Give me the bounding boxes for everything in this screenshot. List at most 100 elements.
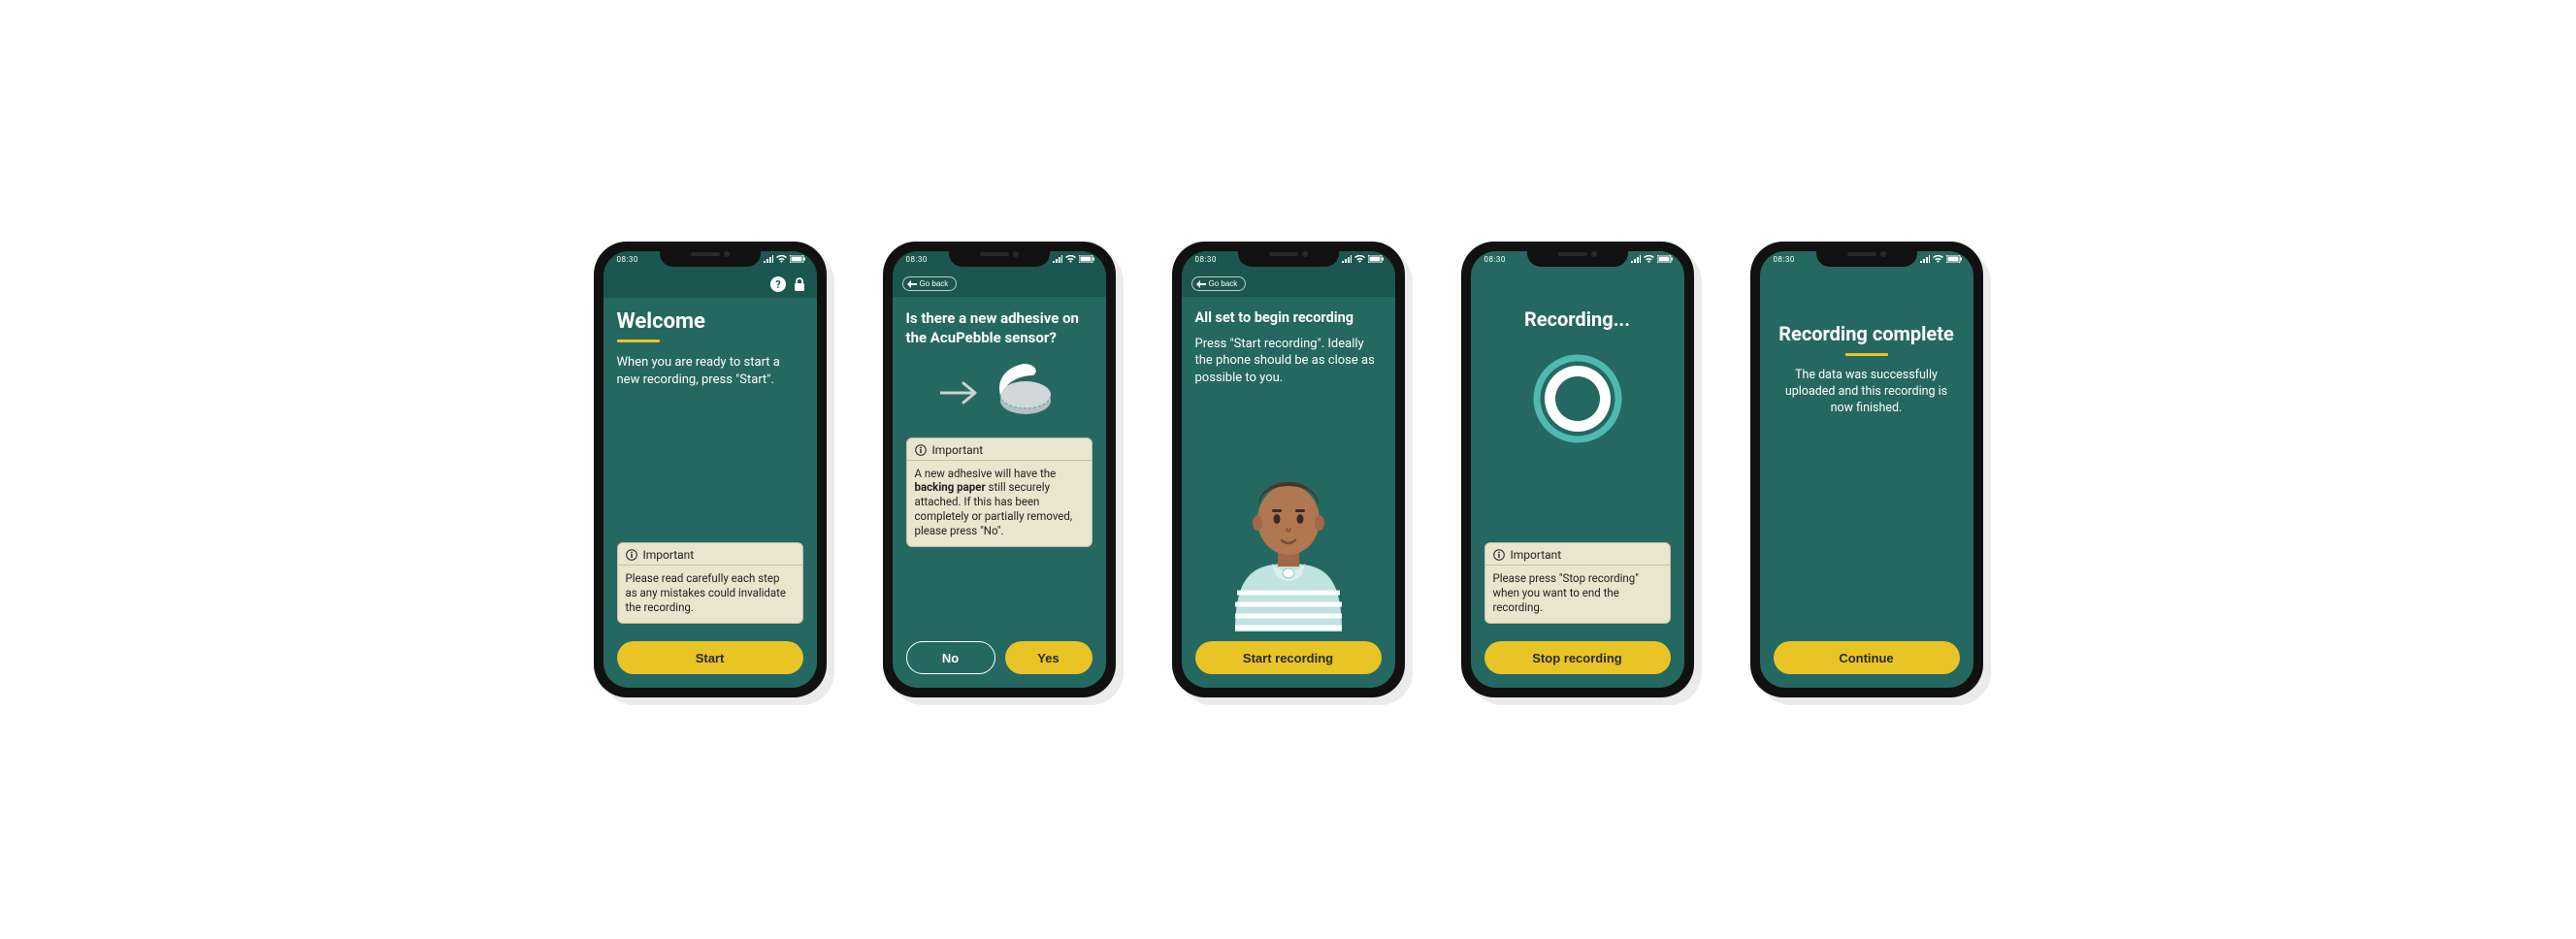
status-bar: 08:30 <box>1182 251 1395 273</box>
button-row: Continue <box>1760 631 1973 688</box>
important-text-bold: backing paper <box>915 480 986 494</box>
important-panel: Important Please press "Stop recording" … <box>1484 542 1671 624</box>
important-panel: Important Please read carefully each ste… <box>617 542 803 624</box>
help-icon[interactable]: ? <box>770 276 786 292</box>
signal-icon <box>1342 255 1352 263</box>
info-icon <box>1493 549 1505 561</box>
recording-ring-icon <box>1529 350 1626 447</box>
status-indicators <box>764 255 805 263</box>
title-underline <box>617 340 660 342</box>
wifi-icon <box>1065 255 1076 263</box>
battery-icon <box>790 255 805 263</box>
status-indicators <box>1920 255 1962 263</box>
header-bar: Go back <box>1182 273 1395 297</box>
phone-frame: 08:30 Go back All set to begin recording… <box>1172 242 1405 697</box>
status-indicators <box>1631 255 1673 263</box>
content-area: Is there a new adhesive on the AcuPebble… <box>893 297 1106 631</box>
phone-frame: 08:30 Recording complete The data was su… <box>1750 242 1983 697</box>
complete-body: The data was successfully uploaded and t… <box>1774 368 1960 417</box>
status-time: 08:30 <box>1195 255 1217 264</box>
screen-ready: 08:30 Go back All set to begin recording… <box>1182 251 1395 688</box>
pebble-icon <box>991 362 1059 424</box>
signal-icon <box>764 255 773 263</box>
question-title: Is there a new adhesive on the AcuPebble… <box>906 308 1092 348</box>
recording-title: Recording... <box>1484 308 1671 331</box>
phone-notch <box>949 251 1050 267</box>
important-header: Important <box>618 543 802 566</box>
title-underline <box>1845 353 1888 356</box>
important-header: Important <box>1485 543 1670 566</box>
battery-icon <box>1368 255 1384 263</box>
start-button[interactable]: Start <box>617 641 803 674</box>
wifi-icon <box>1354 255 1365 263</box>
header-bar: ? <box>603 273 817 298</box>
important-body: Please read carefully each step as any m… <box>618 566 802 623</box>
start-recording-button[interactable]: Start recording <box>1195 641 1382 674</box>
screens-row: 08:30 ? Welcome When you are ready to s <box>594 242 1983 697</box>
go-back-label: Go back <box>1209 279 1238 288</box>
status-bar: 08:30 <box>893 251 1106 273</box>
continue-button[interactable]: Continue <box>1774 641 1960 674</box>
wifi-icon <box>1933 255 1943 263</box>
arrow-left-icon <box>907 280 917 288</box>
status-indicators <box>1342 255 1384 263</box>
wifi-icon <box>1644 255 1654 263</box>
body-text: When you are ready to start a new record… <box>617 354 803 388</box>
no-button[interactable]: No <box>906 641 995 674</box>
status-bar: 08:30 <box>603 251 817 273</box>
pebble-illustration <box>906 356 1092 434</box>
content-area: Welcome When you are ready to start a ne… <box>603 298 817 631</box>
battery-icon <box>1657 255 1673 263</box>
important-label: Important <box>932 443 984 457</box>
battery-icon <box>1946 255 1962 263</box>
content-area: Recording complete The data was successf… <box>1760 273 1973 631</box>
screen-welcome: 08:30 ? Welcome When you are ready to s <box>603 251 817 688</box>
phone-notch <box>660 251 761 267</box>
complete-title: Recording complete <box>1774 323 1960 345</box>
status-bar: 08:30 <box>1471 251 1684 273</box>
phone-frame: 08:30 ? Welcome When you are ready to s <box>594 242 827 697</box>
status-time: 08:30 <box>1774 255 1795 264</box>
person-icon <box>1216 447 1361 631</box>
page-title: Welcome <box>617 309 803 334</box>
important-label: Important <box>1511 548 1562 562</box>
phone-notch <box>1527 251 1628 267</box>
ready-title: All set to begin recording <box>1195 308 1382 328</box>
important-panel: Important A new adhesive will have the b… <box>906 437 1092 548</box>
wifi-icon <box>776 255 787 263</box>
stop-recording-button[interactable]: Stop recording <box>1484 641 1671 674</box>
button-row: No Yes <box>893 631 1106 688</box>
status-time: 08:30 <box>906 255 928 264</box>
arrow-left-icon <box>1196 280 1206 288</box>
info-icon <box>915 444 927 456</box>
signal-icon <box>1631 255 1641 263</box>
screen-complete: 08:30 Recording complete The data was su… <box>1760 251 1973 688</box>
screen-adhesive: 08:30 Go back Is there a new adhesive on… <box>893 251 1106 688</box>
battery-icon <box>1079 255 1094 263</box>
go-back-label: Go back <box>920 279 949 288</box>
phone-notch <box>1816 251 1917 267</box>
ready-body: Press "Start recording". Ideally the pho… <box>1195 336 1382 387</box>
lock-icon[interactable] <box>792 276 807 292</box>
yes-button[interactable]: Yes <box>1005 641 1092 674</box>
important-label: Important <box>643 548 695 562</box>
phone-frame: 08:30 Go back Is there a new adhesive on… <box>883 242 1116 697</box>
svg-text:?: ? <box>775 278 781 291</box>
button-row: Start <box>603 631 817 688</box>
status-bar: 08:30 <box>1760 251 1973 273</box>
arrow-right-icon <box>940 380 981 405</box>
phone-notch <box>1238 251 1339 267</box>
important-text-pre: A new adhesive will have the <box>915 467 1057 480</box>
go-back-button[interactable]: Go back <box>902 276 958 291</box>
signal-icon <box>1920 255 1930 263</box>
button-row: Stop recording <box>1471 631 1684 688</box>
important-body: Please press "Stop recording" when you w… <box>1485 566 1670 623</box>
status-time: 08:30 <box>1484 255 1506 264</box>
go-back-button[interactable]: Go back <box>1191 276 1247 291</box>
button-row: Start recording <box>1182 631 1395 688</box>
status-indicators <box>1053 255 1094 263</box>
content-area: Recording... Important Please press "Sto… <box>1471 273 1684 631</box>
important-header: Important <box>907 438 1092 461</box>
screen-recording: 08:30 Recording... <box>1471 251 1684 688</box>
phone-frame: 08:30 Recording... <box>1461 242 1694 697</box>
